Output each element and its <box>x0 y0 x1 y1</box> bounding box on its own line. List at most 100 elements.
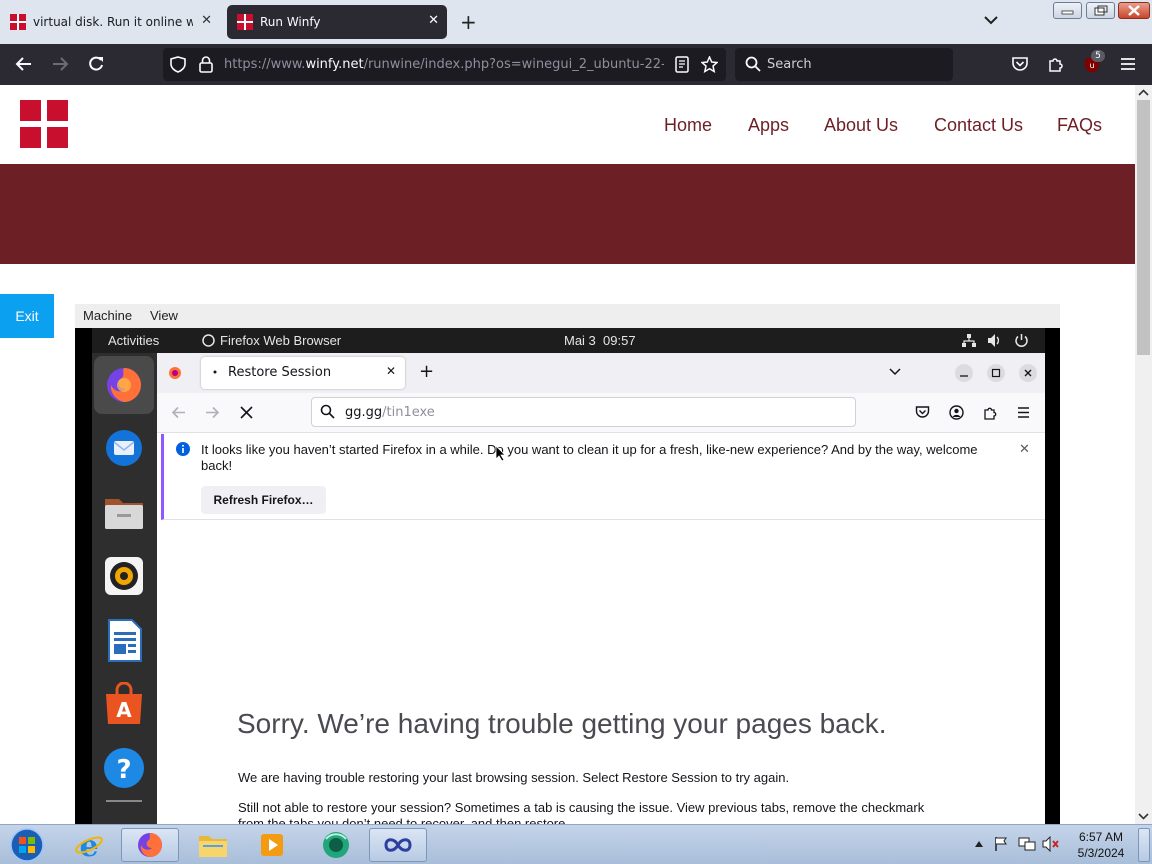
files-icon[interactable] <box>102 490 147 535</box>
scrollbar-thumb[interactable] <box>1137 100 1150 355</box>
tab-title: virtual disk. Run it online with W <box>33 15 193 29</box>
extensions-puzzle-icon[interactable] <box>1047 55 1065 73</box>
winfy-favicon-icon <box>237 14 253 30</box>
nav-faqs[interactable]: FAQs <box>1057 115 1102 136</box>
show-hidden-icons-icon[interactable] <box>974 840 984 848</box>
windows-taskbar: e 6:57 AM 5/3/2024 <box>0 824 1152 864</box>
file-explorer-taskbar-icon[interactable] <box>184 828 242 862</box>
media-player-taskbar-icon[interactable] <box>243 828 301 862</box>
close-window-button[interactable] <box>1118 2 1150 19</box>
lock-icon[interactable] <box>199 56 213 73</box>
maximize-window-button[interactable] <box>987 364 1005 382</box>
rhythmbox-icon[interactable] <box>102 554 147 599</box>
tab-virtual-disk[interactable]: virtual disk. Run it online with W ✕ <box>0 5 220 39</box>
winfy-vm-taskbar-icon[interactable] <box>369 828 427 862</box>
nav-home[interactable]: Home <box>664 115 712 136</box>
page-content: Home Apps About Us Contact Us FAQs Exit … <box>0 85 1135 824</box>
vm-menu-view[interactable]: View <box>150 308 178 323</box>
reader-view-icon[interactable] <box>675 56 689 73</box>
minimize-window-button[interactable] <box>955 364 973 382</box>
start-button[interactable] <box>0 828 54 862</box>
forward-icon[interactable] <box>51 55 69 73</box>
volume-icon[interactable] <box>987 333 1003 348</box>
network-tray-icon[interactable] <box>1018 836 1036 852</box>
inner-address-bar[interactable]: gg.gg/tin1exe <box>311 397 856 427</box>
close-notification-icon[interactable]: ✕ <box>1019 441 1030 457</box>
close-tab-icon[interactable]: ✕ <box>201 13 212 28</box>
account-icon[interactable] <box>949 405 964 420</box>
mouse-cursor-icon <box>495 445 506 462</box>
ubuntu-software-icon[interactable]: A <box>102 682 147 727</box>
dock-separator <box>106 800 142 802</box>
browser-tab-strip: virtual disk. Run it online with W ✕ Run… <box>0 0 1152 44</box>
clock-date: 5/3/2024 <box>1077 846 1125 860</box>
taskbar-clock[interactable]: 6:57 AM 5/3/2024 <box>1068 829 1134 861</box>
volume-muted-tray-icon[interactable] <box>1042 836 1060 852</box>
stop-loading-icon[interactable] <box>239 405 254 420</box>
help-icon[interactable]: ? <box>102 746 147 791</box>
ubuntu-top-bar: Activities Firefox Web Browser Mai 3 09:… <box>92 328 1045 353</box>
nav-about-us[interactable]: About Us <box>824 115 898 136</box>
pocket-icon[interactable] <box>1011 55 1029 73</box>
close-tab-icon[interactable]: ✕ <box>428 13 439 28</box>
firefox-view-icon[interactable] <box>168 366 182 380</box>
vm-screen[interactable]: Activities Firefox Web Browser Mai 3 09:… <box>75 328 1060 824</box>
network-icon[interactable] <box>961 333 977 348</box>
hamburger-menu-icon[interactable] <box>1016 405 1031 420</box>
pocket-icon[interactable] <box>915 405 930 420</box>
green-app-taskbar-icon[interactable] <box>307 828 365 862</box>
refresh-firefox-button[interactable]: Refresh Firefox… <box>201 486 326 514</box>
list-tabs-chevron-icon[interactable] <box>983 12 999 28</box>
extensions-puzzle-icon[interactable] <box>983 405 998 420</box>
search-bar[interactable]: Search <box>735 48 953 81</box>
firefox-icon[interactable] <box>102 362 147 407</box>
vm-menubar: Machine View <box>75 304 1060 328</box>
hero-banner <box>0 164 1135 264</box>
new-tab-icon[interactable]: + <box>419 361 434 382</box>
tab-restore-session[interactable]: Restore Session ✕ <box>201 357 405 389</box>
exit-button[interactable]: Exit <box>0 294 54 338</box>
extension-badge: 5 <box>1091 50 1105 62</box>
close-window-button[interactable] <box>1019 364 1037 382</box>
clock-time: 6:57 AM <box>1078 830 1124 844</box>
vm-menu-machine[interactable]: Machine <box>83 308 132 323</box>
app-menu-label[interactable]: Firefox Web Browser <box>220 333 341 348</box>
url-host: winfy.net <box>305 57 364 72</box>
notification-text: It looks like you haven’t started Firefo… <box>201 442 978 473</box>
activities-button[interactable]: Activities <box>108 333 159 348</box>
address-bar[interactable]: https://www.winfy.net/runwine/index.php?… <box>163 48 726 81</box>
winfy-logo[interactable] <box>20 100 68 148</box>
clock-label[interactable]: Mai 3 09:57 <box>564 333 636 348</box>
restore-window-button[interactable] <box>1086 2 1115 19</box>
svg-text:A: A <box>116 698 132 722</box>
close-tab-icon[interactable]: ✕ <box>386 364 396 378</box>
nav-contact-us[interactable]: Contact Us <box>934 115 1023 136</box>
winfy-favicon-icon <box>10 14 26 30</box>
back-icon[interactable] <box>171 405 186 420</box>
firefox-taskbar-icon[interactable] <box>121 828 179 862</box>
show-desktop-button[interactable] <box>1138 828 1150 862</box>
browser-toolbar: https://www.winfy.net/runwine/index.php?… <box>0 44 1152 85</box>
inner-firefox-window: Restore Session ✕ + gg.gg/tin1exe It loo… <box>157 353 1045 824</box>
svg-text:e: e <box>79 830 98 860</box>
action-center-flag-icon[interactable] <box>994 836 1008 852</box>
power-icon[interactable] <box>1014 333 1029 348</box>
minimize-window-button[interactable] <box>1053 2 1082 19</box>
nav-apps[interactable]: Apps <box>748 115 789 136</box>
bookmark-star-icon[interactable] <box>701 56 718 73</box>
restore-session-tab-icon <box>211 366 219 378</box>
new-tab-icon[interactable]: + <box>460 10 477 34</box>
forward-icon[interactable] <box>205 405 220 420</box>
hamburger-menu-icon[interactable] <box>1119 55 1137 73</box>
back-icon[interactable] <box>15 55 33 73</box>
search-icon <box>320 404 335 419</box>
tab-title: Restore Session <box>228 365 332 380</box>
list-tabs-chevron-icon[interactable] <box>889 367 901 377</box>
thunderbird-icon[interactable] <box>102 426 147 471</box>
libreoffice-writer-icon[interactable] <box>102 618 147 663</box>
internet-explorer-taskbar-icon[interactable]: e <box>60 828 118 862</box>
error-paragraph-2: Still not able to restore your session? … <box>238 800 925 824</box>
tracking-protection-shield-icon[interactable] <box>170 56 186 73</box>
tab-run-winfy[interactable]: Run Winfy ✕ <box>227 5 447 39</box>
reload-icon[interactable] <box>87 55 105 73</box>
